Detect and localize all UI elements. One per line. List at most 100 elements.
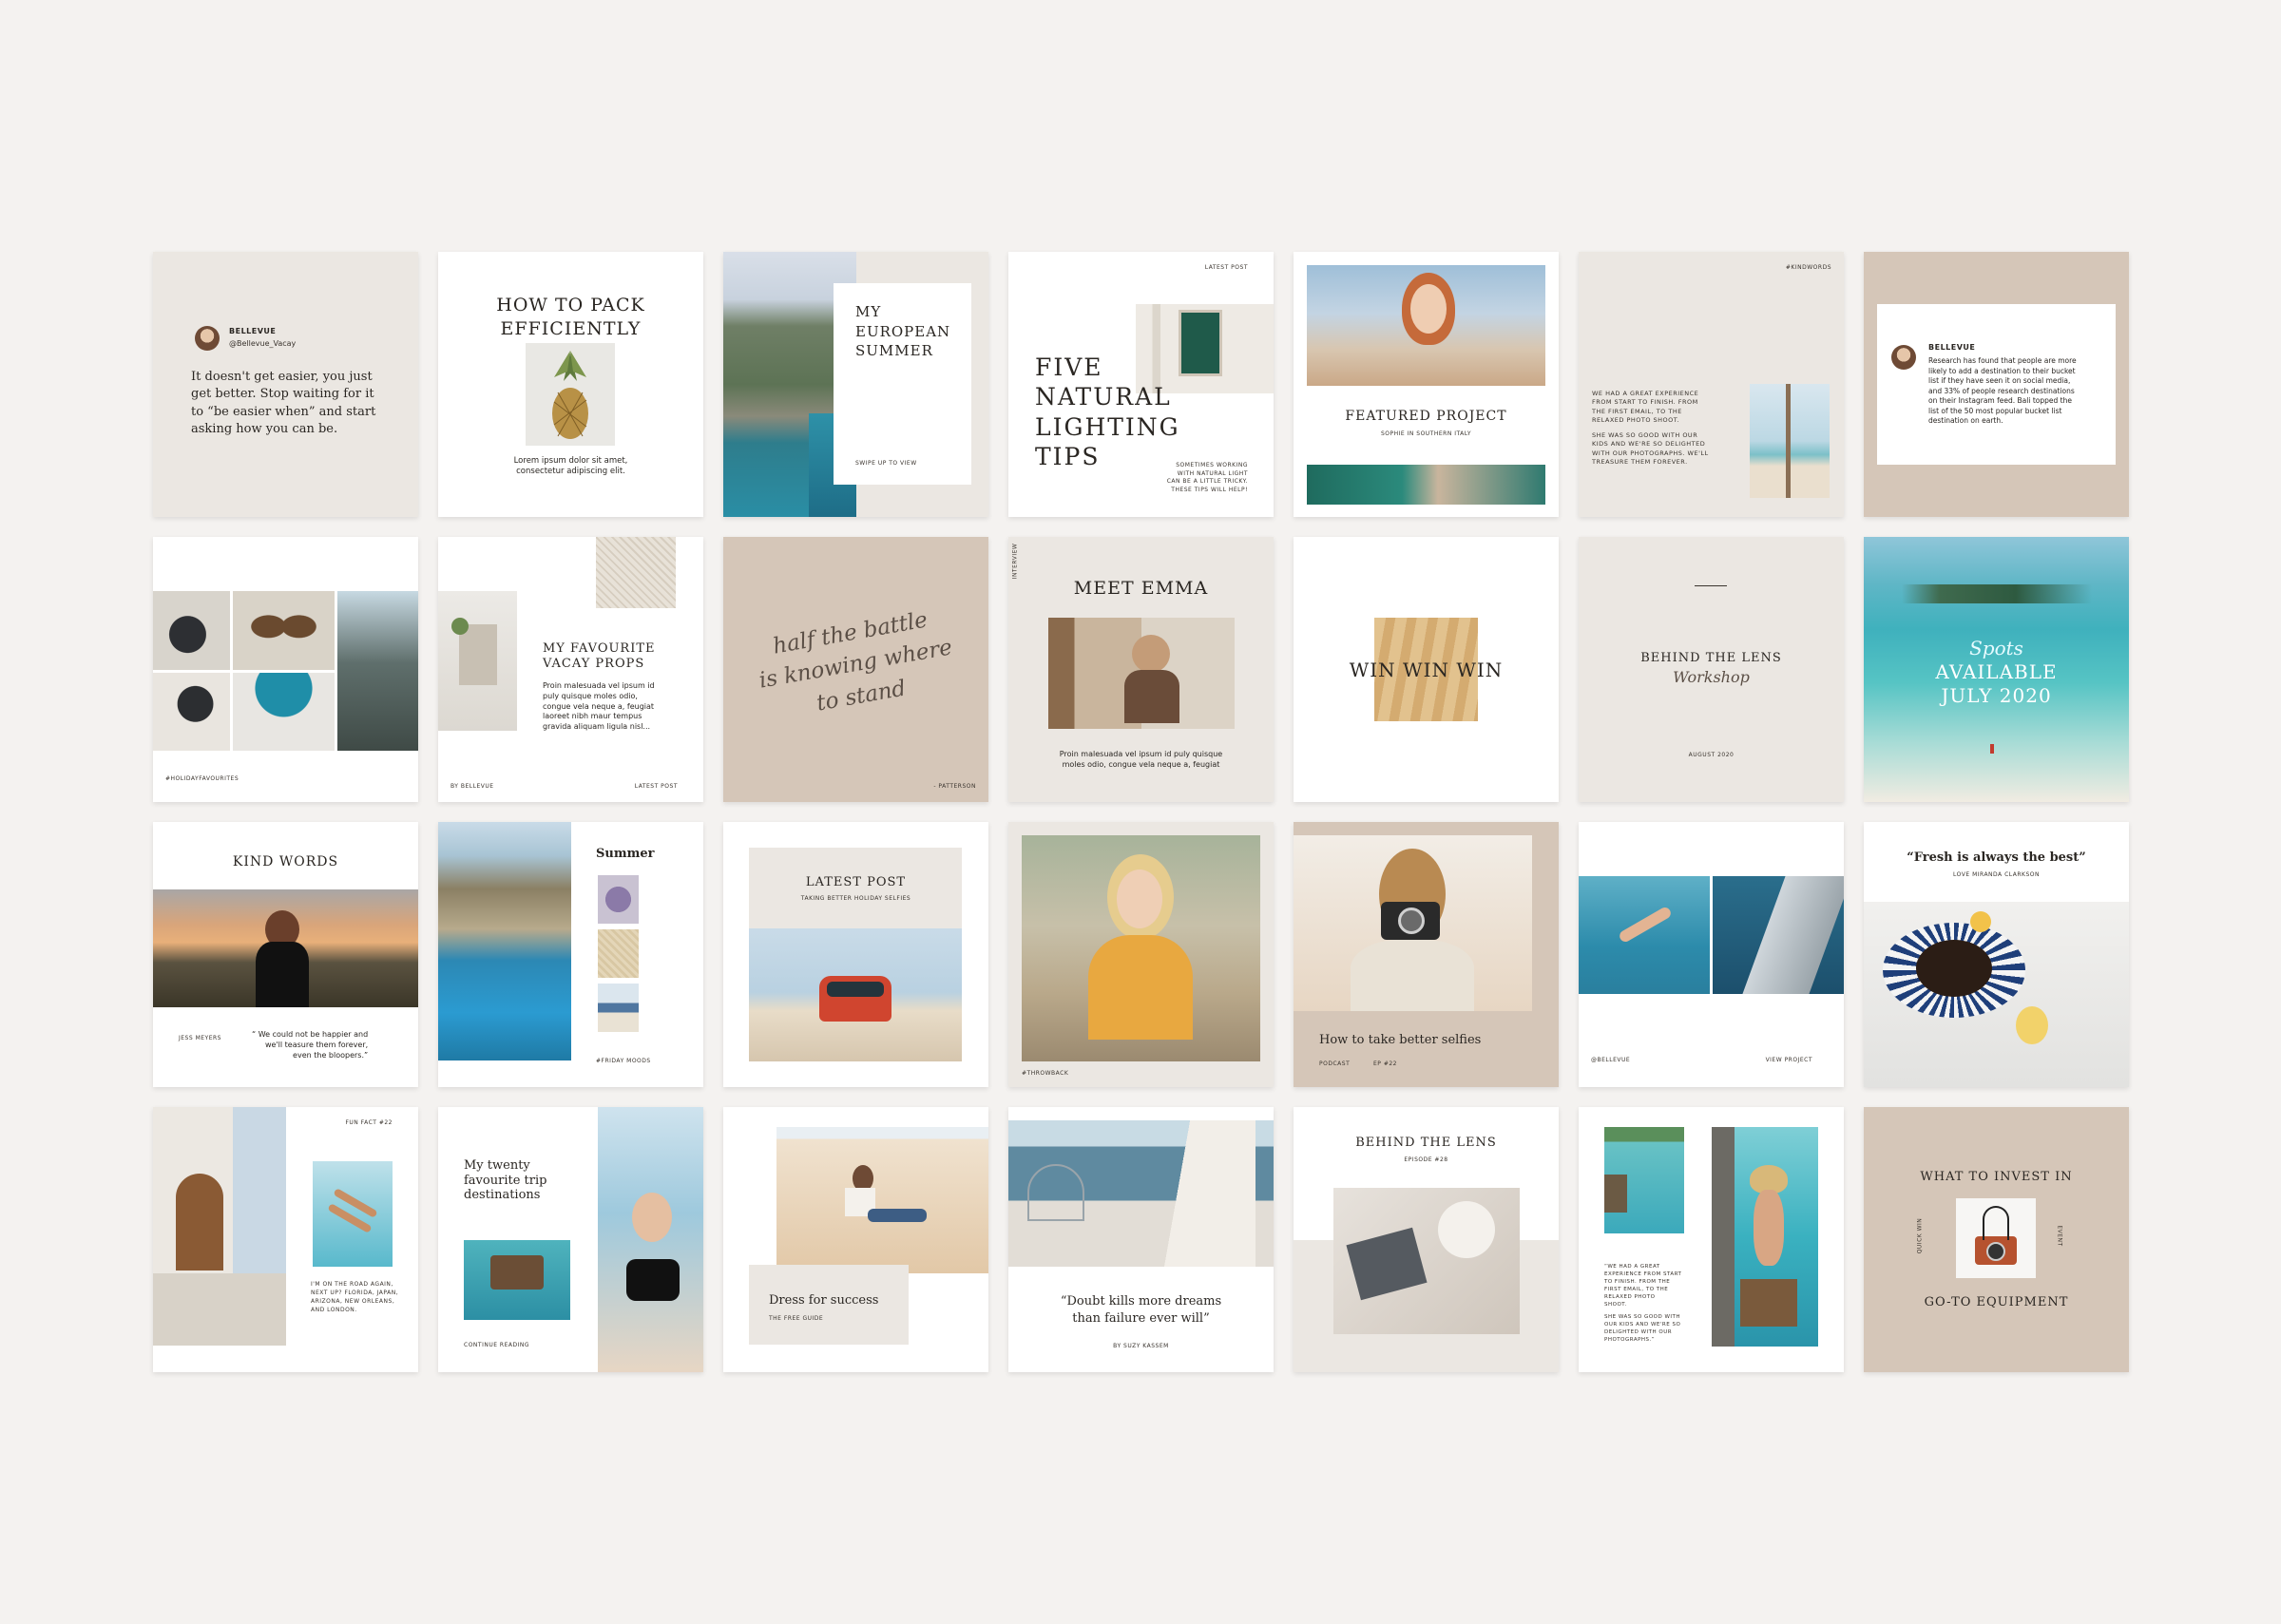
tile-throwback[interactable]: #THROWBACK <box>1008 822 1274 1087</box>
tile-tag: #FRIDAY MOODS <box>596 1058 651 1064</box>
tile-how-to-pack[interactable]: HOW TO PACK EFFICIENTLY Lorem ipsum dolor… <box>438 252 703 517</box>
tile-title: Dress for success <box>769 1293 879 1308</box>
tile-summer-moods[interactable]: Summer #FRIDAY MOODS <box>438 822 703 1087</box>
tile-holiday-favourites[interactable]: #HOLIDAYFAVOURITES <box>153 537 418 802</box>
tile-subtitle: TAKING BETTER HOLIDAY SELFIES <box>800 895 911 902</box>
sunset-photo <box>153 889 418 1007</box>
tile-lighting-tips[interactable]: LATEST POST FIVE NATURAL LIGHTING TIPS SOME… <box>1008 252 1274 517</box>
legs-photo <box>313 1161 393 1267</box>
tile-featured-project[interactable]: FEATURED PROJECT SOPHIE IN SOUTHERN ITAL… <box>1294 252 1559 517</box>
tile-research-post[interactable]: BELLEVUE Research has found that people … <box>1864 252 2129 517</box>
script-subtitle: Workshop <box>1673 668 1750 686</box>
tile-spots-available[interactable]: Spots AVAILABLE JULY 2020 <box>1864 537 2129 802</box>
camera-woman-photo <box>1294 835 1532 1011</box>
event-date: AUGUST 2020 <box>1688 752 1735 758</box>
book-photo <box>438 591 517 731</box>
tile-title: My twenty favourite trip destinations <box>464 1158 547 1203</box>
account-handle: @BELLEVUE <box>1591 1057 1631 1063</box>
tile-subtitle: SOPHIE IN SOUTHERN ITALY <box>1380 430 1472 437</box>
tile-tag: LATEST POST <box>634 783 678 790</box>
account-name: BELLEVUE <box>229 327 277 335</box>
tile-body: Lorem ipsum dolor sit amet, consectetur a… <box>513 456 628 477</box>
reviewer-name: JESS MEYERS <box>179 1035 221 1041</box>
tile-doubt-quote[interactable]: “Doubt kills more dreams than failure eve… <box>1008 1107 1274 1372</box>
divider <box>1695 585 1727 586</box>
tile-script-quote[interactable]: half the battle is knowing where to stand … <box>723 537 988 802</box>
tile-tag: FUN FACT #22 <box>345 1119 393 1126</box>
texture-photo <box>598 929 639 978</box>
tile-title: HOW TO PACK EFFICIENTLY <box>496 295 645 339</box>
continue-reading-link[interactable]: CONTINUE READING <box>464 1342 529 1348</box>
quote-text: It doesn't get easier, you just get bett… <box>191 370 376 437</box>
tile-fun-fact[interactable]: FUN FACT #22 I'M ON THE ROAD AGAIN, NEXT … <box>153 1107 418 1372</box>
quote-text: “Doubt kills more dreams than failure eve… <box>1060 1294 1222 1326</box>
avatar <box>195 326 220 351</box>
tile-meet-emma[interactable]: INTERVIEW MEET EMMA Proin malesuada vel … <box>1008 537 1274 802</box>
tile-title: MY FAVOURITE VACAY PROPS <box>543 641 656 672</box>
author-label: BY BELLEVUE <box>450 783 494 790</box>
tile-tag: #KINDWORDS <box>1785 264 1831 271</box>
interview-photo <box>1048 618 1235 729</box>
woman-swimsuit-photo <box>598 1107 703 1372</box>
tile-behind-the-lens-episode[interactable]: BEHIND THE LENS EPISODE #28 <box>1294 1107 1559 1372</box>
island-photo <box>1902 584 2092 603</box>
tile-body: I'M ON THE ROAD AGAIN, NEXT UP? FLORIDA, … <box>311 1281 399 1313</box>
sea-photo <box>1307 465 1545 505</box>
tile-title: BEHIND THE LENS <box>1640 651 1782 665</box>
tile-title: How to take better selfies <box>1319 1033 1482 1047</box>
tile-latest-post-car[interactable]: LATEST POST TAKING BETTER HOLIDAY SELFIE… <box>723 822 988 1087</box>
tile-vacay-props[interactable]: MY FAVOURITE VACAY PROPS Proin malesuada … <box>438 537 703 802</box>
underwater-photo <box>1579 876 1710 994</box>
swipe-link[interactable]: SWIPE UP TO VIEW <box>855 460 917 467</box>
tile-review-lagoon[interactable]: “WE HAD A GREAT EXPERIENCE FROM START TO F… <box>1579 1107 1844 1372</box>
account-handle: @Bellevue_Vacay <box>229 339 297 348</box>
tile-european-summer[interactable]: MY EUROPEAN SUMMER SWIPE UP TO VIEW <box>723 252 988 517</box>
tile-selfies-podcast[interactable]: How to take better selfies PODCAST EP #2… <box>1294 822 1559 1087</box>
tile-title: WIN WIN WIN <box>1349 659 1504 681</box>
boat-photo <box>1713 876 1844 994</box>
template-grid: BELLEVUE @Bellevue_Vacay It doesn't get … <box>153 252 2129 1372</box>
person-photo <box>337 591 418 751</box>
archway-photo <box>153 1107 286 1346</box>
tile-body: Proin malesuada vel ipsum id puly quisqu… <box>1059 750 1223 769</box>
tile-title: FEATURED PROJECT <box>1345 409 1507 424</box>
tile-tag: LATEST POST <box>1204 264 1248 271</box>
tile-trip-destinations[interactable]: My twenty favourite trip destinations CONT… <box>438 1107 703 1372</box>
desk-photo <box>1333 1188 1520 1334</box>
tile-kind-words-review[interactable]: #KINDWORDS WE HAD A GREAT EXPERIENCE FROM… <box>1579 252 1844 517</box>
side-label: INTERVIEW <box>1011 543 1019 580</box>
quote-credit: BY SUZY KASSEM <box>1113 1343 1169 1349</box>
tile-subtitle: LOVE MIRANDA CLARKSON <box>1953 871 2040 878</box>
view-project-link[interactable]: VIEW PROJECT <box>1766 1057 1812 1063</box>
tile-fresh-quote[interactable]: “Fresh is always the best” LOVE MIRANDA … <box>1864 822 2129 1087</box>
account-name: BELLEVUE <box>1928 343 1976 352</box>
smiling-woman-photo <box>1022 835 1260 1061</box>
tile-behind-the-lens-workshop[interactable]: BEHIND THE LENS Workshop AUGUST 2020 <box>1579 537 1844 802</box>
portrait-photo <box>1307 265 1545 386</box>
tile-invest-equipment[interactable]: WHAT TO INVEST IN QUICK WIN EVENT GO-TO … <box>1864 1107 2129 1372</box>
tile-title: “Fresh is always the best” <box>1907 850 2086 865</box>
tile-quote-tweet[interactable]: BELLEVUE @Bellevue_Vacay It doesn't get … <box>153 252 418 517</box>
quote-credit: - PATTERSON <box>933 783 976 790</box>
berries-photo <box>153 591 230 670</box>
tile-subtitle: EPISODE #28 <box>1404 1156 1448 1163</box>
tile-tag: #THROWBACK <box>1022 1070 1069 1077</box>
tile-kind-words-testimonial[interactable]: KIND WORDS JESS MEYERS “ We could not be… <box>153 822 418 1087</box>
cove-photo <box>438 822 571 1060</box>
testimonial-quote: “ We could not be happier and we'll teasu… <box>252 1030 369 1060</box>
post-body: Research has found that people are more l… <box>1928 356 2077 425</box>
avatar <box>1891 345 1916 370</box>
tile-dress-for-success[interactable]: Dress for success THE FREE GUIDE <box>723 1107 988 1372</box>
sea-pool-photo <box>464 1240 570 1320</box>
yacht-photo <box>1008 1120 1274 1267</box>
review-text: “WE HAD A GREAT EXPERIENCE FROM START TO F… <box>1604 1264 1682 1343</box>
tile-title: FIVE NATURAL LIGHTING TIPS <box>1035 353 1180 470</box>
tile-title: Summer <box>596 847 655 861</box>
tile-view-project[interactable]: @BELLEVUE VIEW PROJECT <box>1579 822 1844 1087</box>
plate-photo <box>233 673 335 751</box>
tile-win-win-win[interactable]: WIN WIN WIN <box>1294 537 1559 802</box>
bowl-photo <box>153 673 230 751</box>
beach-photo <box>1750 384 1830 498</box>
tile-title: BEHIND THE LENS <box>1355 1136 1497 1150</box>
lagoon-photo <box>1604 1127 1684 1233</box>
